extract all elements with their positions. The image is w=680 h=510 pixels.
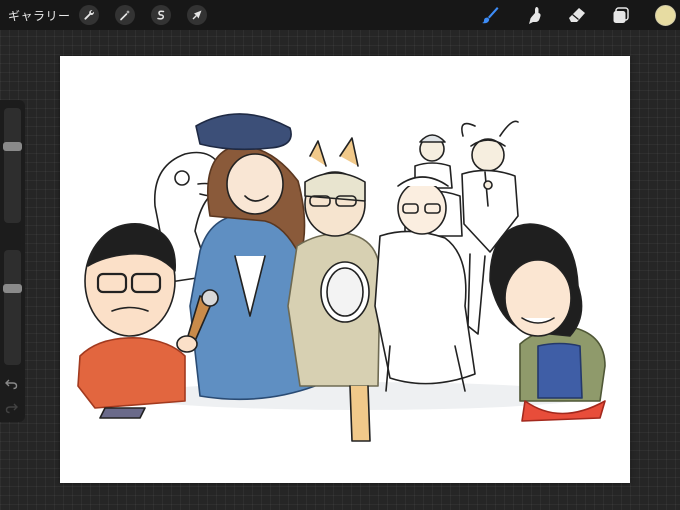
selection-button[interactable] (151, 5, 171, 25)
brush-size-slider[interactable] (3, 108, 22, 223)
magic-wand-icon (120, 10, 130, 21)
opacity-slider[interactable] (3, 250, 22, 365)
gallery-button[interactable]: ギャラリー (8, 7, 71, 24)
undo-arrow-icon (5, 379, 18, 390)
undo-button[interactable] (5, 378, 18, 393)
transform-button[interactable] (187, 5, 207, 25)
illustration (77, 113, 606, 442)
brush-tool-button[interactable] (479, 4, 501, 26)
top-toolbar: ギャラリー (0, 0, 680, 30)
arrow-cursor-icon (192, 10, 202, 20)
actions-wrench-button[interactable] (79, 5, 99, 25)
wrench-icon (84, 10, 95, 20)
brush-icon (482, 7, 499, 24)
eraser-tool-button[interactable] (566, 4, 588, 26)
adjustments-button[interactable] (115, 5, 135, 25)
smudge-tool-button[interactable] (524, 4, 546, 26)
left-sidebar (0, 100, 25, 422)
brush-size-thumb[interactable] (3, 141, 22, 151)
current-color-swatch[interactable] (655, 5, 676, 26)
drawing-canvas[interactable] (60, 56, 630, 483)
layers-button[interactable] (610, 4, 632, 26)
smudge-finger-icon (529, 7, 541, 24)
redo-button[interactable] (5, 402, 18, 417)
selection-s-icon (157, 10, 165, 20)
opacity-thumb[interactable] (3, 283, 22, 293)
layers-icon (613, 7, 629, 23)
redo-arrow-icon (5, 403, 18, 414)
eraser-icon (569, 8, 585, 22)
